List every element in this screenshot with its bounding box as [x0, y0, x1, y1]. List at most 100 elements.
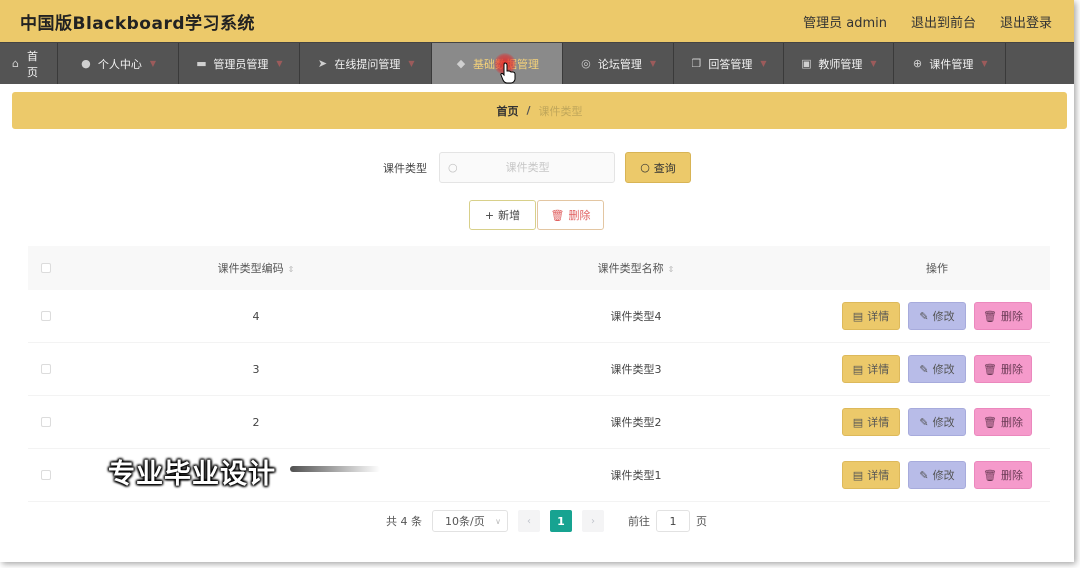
- send-icon: ➤: [317, 57, 328, 70]
- detail-button[interactable]: ▤ 详情: [842, 302, 900, 330]
- header-name-label: 课件类型名称: [597, 262, 664, 275]
- document-icon: ▤: [852, 415, 864, 429]
- prev-page-button[interactable]: ‹: [518, 510, 540, 532]
- chevron-down-icon: ▼: [649, 59, 657, 68]
- goto-page-input[interactable]: [656, 510, 690, 532]
- chevron-down-icon: ▼: [408, 59, 415, 68]
- header-code[interactable]: 课件类型编码 ⇕: [64, 260, 448, 276]
- search-label: 课件类型: [383, 161, 427, 175]
- forum-icon: ◎: [581, 57, 591, 70]
- edit-button[interactable]: ✎ 修改: [908, 302, 966, 330]
- query-button-label: 查询: [653, 161, 676, 175]
- delete-button[interactable]: 🗑 删除: [974, 302, 1032, 330]
- detail-label: 详情: [867, 469, 890, 482]
- trash-icon: 🗑: [983, 415, 997, 429]
- chevron-down-icon: ∨: [495, 516, 501, 526]
- nav-item-forum-manage[interactable]: ◎ 论坛管理 ▼: [563, 43, 674, 84]
- delete-button[interactable]: 🗑 删除: [974, 355, 1032, 383]
- cell-operations: ▤ 详情 ✎ 修改 🗑 删除: [824, 408, 1050, 436]
- nav-item-answer-manage[interactable]: ❐ 回答管理 ▼: [674, 43, 784, 84]
- main-nav: ⌂ 首页 ● 个人中心 ▼ ▬ 管理员管理 ▼ ➤ 在线提问管理 ▼ ◆ 基础数…: [0, 42, 1074, 84]
- delete-button[interactable]: 🗑 删除: [974, 461, 1032, 489]
- table-row: 4 课件类型4 ▤ 详情 ✎ 修改 🗑 删除: [28, 290, 1050, 343]
- user-icon: ●: [81, 57, 91, 70]
- delete-label: 删除: [1000, 469, 1023, 482]
- top-header: 中国版Blackboard学习系统 管理员 admin 退出到前台 退出登录: [0, 0, 1074, 42]
- target-icon: ⊕: [912, 57, 923, 70]
- pencil-icon: ✎: [919, 362, 929, 376]
- pagination-total: 共 4 条: [386, 515, 422, 528]
- nav-item-home[interactable]: ⌂ 首页: [0, 43, 58, 84]
- row-checkbox[interactable]: [41, 311, 51, 321]
- bulk-delete-button[interactable]: 🗑 删除: [537, 200, 604, 230]
- detail-button[interactable]: ▤ 详情: [842, 408, 900, 436]
- edit-button[interactable]: ✎ 修改: [908, 461, 966, 489]
- watermark-stroke: [290, 466, 380, 472]
- logout-link[interactable]: 退出登录: [1000, 12, 1052, 31]
- sort-icon[interactable]: ⇕: [288, 265, 295, 274]
- detail-button[interactable]: ▤ 详情: [842, 355, 900, 383]
- next-page-button[interactable]: ›: [582, 510, 604, 532]
- goto-label: 前往: [628, 515, 650, 528]
- back-to-front-link[interactable]: 退出到前台: [911, 12, 976, 31]
- nav-label: 管理员管理: [213, 57, 269, 71]
- nav-label: 教师管理: [818, 57, 863, 71]
- pagination: 共 4 条 10条/页 ∨ ‹ 1 › 前往 页: [386, 510, 707, 532]
- cell-code: 2: [252, 415, 260, 429]
- document-icon: ❐: [691, 57, 702, 70]
- action-buttons: + 新增 🗑 删除: [469, 200, 604, 230]
- edit-button[interactable]: ✎ 修改: [908, 408, 966, 436]
- page-number-current[interactable]: 1: [550, 510, 572, 532]
- cell-code: 3: [252, 362, 260, 376]
- page-size-select[interactable]: 10条/页 ∨: [432, 510, 508, 532]
- select-all-checkbox[interactable]: [41, 263, 51, 273]
- breadcrumb-home[interactable]: 首页: [496, 103, 518, 119]
- chevron-down-icon: ▼: [760, 59, 767, 68]
- nav-item-admin-manage[interactable]: ▬ 管理员管理 ▼: [179, 43, 300, 84]
- trash-icon: 🗑: [983, 309, 997, 323]
- cell-name: 课件类型3: [610, 363, 662, 376]
- search-input[interactable]: [457, 161, 598, 174]
- chevron-down-icon: ▼: [276, 59, 283, 68]
- nav-item-teacher-manage[interactable]: ▣ 教师管理 ▼: [784, 43, 894, 84]
- row-checkbox[interactable]: [41, 364, 51, 374]
- select-all-cell: [28, 263, 64, 273]
- pencil-icon: ✎: [919, 468, 929, 482]
- cell-name: 课件类型4: [610, 310, 662, 323]
- document-icon: ▤: [852, 309, 864, 323]
- search-bar: 课件类型 ○ ○ 查询: [0, 152, 1074, 183]
- query-button[interactable]: ○ 查询: [625, 152, 691, 183]
- sort-icon[interactable]: ⇕: [668, 265, 675, 274]
- nav-item-question-manage[interactable]: ➤ 在线提问管理 ▼: [300, 43, 432, 84]
- row-check-cell: [28, 417, 64, 427]
- edit-label: 修改: [932, 310, 955, 323]
- add-button-label: 新增: [498, 209, 521, 222]
- edit-button[interactable]: ✎ 修改: [908, 355, 966, 383]
- row-checkbox[interactable]: [41, 417, 51, 427]
- row-check-cell: [28, 311, 64, 321]
- row-checkbox[interactable]: [41, 470, 51, 480]
- detail-button[interactable]: ▤ 详情: [842, 461, 900, 489]
- cell-code: 4: [252, 309, 260, 323]
- admin-user-label[interactable]: 管理员 admin: [803, 12, 887, 31]
- breadcrumb-current: 课件类型: [538, 104, 583, 118]
- nav-item-courseware-manage[interactable]: ⊕ 课件管理 ▼: [894, 43, 1006, 84]
- nav-label: 课件管理: [929, 57, 974, 71]
- delete-button[interactable]: 🗑 删除: [974, 408, 1032, 436]
- document-icon: ▤: [852, 362, 864, 376]
- watermark-text: 专业毕业设计: [108, 459, 276, 490]
- app-title: 中国版Blackboard学习系统: [20, 13, 256, 34]
- shield-icon: ◆: [456, 57, 466, 70]
- header-operations: 操作: [926, 262, 948, 275]
- row-check-cell: [28, 470, 64, 480]
- add-button[interactable]: + 新增: [469, 200, 536, 230]
- nav-item-personal-center[interactable]: ● 个人中心 ▼: [58, 43, 179, 84]
- header-name[interactable]: 课件类型名称 ⇕: [448, 260, 824, 276]
- search-icon: ○: [448, 161, 458, 174]
- edit-label: 修改: [932, 416, 955, 429]
- nav-label: 个人中心: [97, 57, 142, 71]
- chevron-down-icon: ▼: [149, 59, 157, 68]
- header-code-label: 课件类型编码: [217, 262, 284, 275]
- detail-label: 详情: [867, 363, 890, 376]
- detail-label: 详情: [867, 310, 890, 323]
